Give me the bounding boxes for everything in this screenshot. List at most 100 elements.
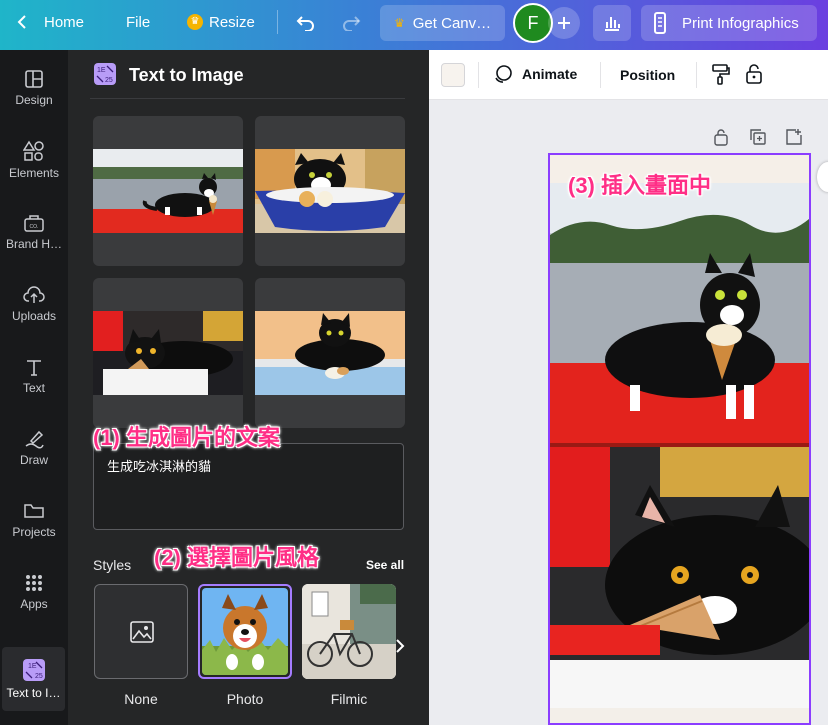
- divider: [600, 62, 601, 88]
- folder-icon: [24, 504, 44, 518]
- style-name-photo: Photo: [226, 691, 264, 707]
- file-label: File: [126, 13, 151, 31]
- brand-icon: CO.: [24, 215, 44, 232]
- editor-toolbar: Animate Position: [429, 50, 828, 100]
- resize-button[interactable]: ♛ Resize: [187, 0, 255, 44]
- animate-label: Animate: [522, 66, 578, 82]
- rail-label: Draw: [19, 453, 48, 467]
- text-to-image-icon: 1E25: [22, 659, 45, 681]
- file-menu-button[interactable]: File: [126, 0, 150, 44]
- styles-label: Styles: [93, 557, 132, 573]
- rail-label: Text: [22, 381, 45, 395]
- result-image-2[interactable]: [255, 116, 405, 266]
- rail-label: Apps: [20, 597, 48, 611]
- copy-style-button[interactable]: [711, 63, 731, 90]
- rail-label: Uploads: [11, 309, 57, 323]
- prompt-text: 生成吃冰淇淋的貓: [107, 459, 212, 474]
- animate-button[interactable]: Animate: [493, 64, 577, 84]
- get-canva-label: Get Canv…: [412, 14, 492, 32]
- rail-item-projects[interactable]: Projects: [0, 488, 68, 552]
- dog-photo-thumbnail: [202, 588, 288, 675]
- bicycle-filmic-thumbnail: [302, 584, 396, 679]
- home-button[interactable]: Home: [16, 0, 84, 44]
- add-page-icon: [786, 129, 802, 145]
- rail-item-design[interactable]: Design: [0, 56, 68, 120]
- rail-item-elements[interactable]: Elements: [0, 128, 68, 192]
- divider: [277, 10, 278, 34]
- panel-title: Text to Image: [129, 65, 244, 85]
- design-page[interactable]: [548, 153, 811, 725]
- crown-icon: ♛: [187, 14, 203, 30]
- prompt-input[interactable]: 生成吃冰淇淋的貓: [93, 443, 404, 530]
- duplicate-page-button[interactable]: [750, 129, 766, 150]
- undo-button[interactable]: [296, 0, 316, 44]
- resize-label: Resize: [209, 13, 255, 31]
- apps-grid-icon: [26, 575, 42, 591]
- redo-icon: [343, 16, 361, 31]
- text-to-image-panel: 1E 25 Text to Image 生成吃冰淇淋的貓 Styles See …: [68, 50, 429, 725]
- text-to-image-icon: 1E25: [94, 63, 116, 85]
- animate-icon: [495, 65, 512, 83]
- add-collaborator-button[interactable]: [548, 7, 580, 39]
- chevron-right-icon: [396, 639, 405, 653]
- divider: [696, 62, 697, 88]
- rail-label: Projects: [12, 525, 56, 539]
- rail-label: Text to I…: [6, 686, 61, 700]
- cat-lying-with-dish-image: [93, 311, 243, 395]
- rail-item-draw[interactable]: Draw: [0, 416, 68, 480]
- rail-label: Brand H…: [5, 237, 63, 251]
- text-icon: [27, 360, 41, 376]
- divider: [478, 62, 479, 88]
- print-infographics-button[interactable]: Print Infographics: [641, 5, 817, 41]
- add-page-button[interactable]: [786, 129, 802, 150]
- rail-label: Design: [15, 93, 53, 107]
- style-option-filmic[interactable]: [302, 584, 396, 679]
- styles-next-arrow[interactable]: [395, 638, 405, 659]
- undo-icon: [296, 16, 314, 31]
- home-label: Home: [44, 13, 85, 31]
- canvas-edge-button[interactable]: [817, 162, 828, 192]
- rail-label: Elements: [8, 166, 60, 180]
- elements-icon: [23, 140, 44, 161]
- upload-icon: [23, 286, 45, 303]
- style-name-none: None: [124, 691, 158, 707]
- rail-item-uploads[interactable]: Uploads: [0, 272, 68, 336]
- inserted-cat-images: [550, 155, 809, 723]
- svg-text:25: 25: [105, 77, 113, 84]
- see-all-link[interactable]: See all: [366, 558, 404, 572]
- result-image-4[interactable]: [255, 278, 405, 428]
- page-lock-button[interactable]: [714, 128, 728, 151]
- result-image-1[interactable]: [93, 116, 243, 266]
- get-canva-pro-button[interactable]: ♛ Get Canv…: [380, 5, 505, 41]
- rail-item-brand[interactable]: CO. Brand H…: [0, 200, 68, 264]
- position-button[interactable]: Position: [620, 67, 675, 83]
- paint-roller-icon: [712, 64, 730, 85]
- rail-item-text[interactable]: Text: [0, 344, 68, 408]
- draw-icon: [25, 430, 44, 449]
- bar-chart-icon: [605, 17, 620, 31]
- insights-button[interactable]: [593, 5, 631, 41]
- lock-button[interactable]: [745, 63, 763, 90]
- svg-text:CO.: CO.: [30, 224, 39, 230]
- rail-item-apps[interactable]: Apps: [0, 560, 68, 624]
- position-label: Position: [620, 67, 676, 83]
- svg-text:1E: 1E: [97, 67, 106, 74]
- top-bar: Home File ♛ Resize ♛ Get Canv… F Print I…: [0, 0, 828, 50]
- rail-item-text-to-image[interactable]: 1E 25 Text to I…: [2, 647, 65, 711]
- image-placeholder-icon: [130, 621, 154, 643]
- style-option-none[interactable]: [94, 584, 188, 679]
- annotation-step-2: (2) 選擇圖片風格: [154, 545, 320, 570]
- annotation-step-3: (3) 插入畫面中: [568, 173, 712, 198]
- style-option-photo[interactable]: [198, 584, 292, 679]
- plus-icon: [558, 17, 570, 29]
- lock-icon: [714, 129, 728, 146]
- svg-text:1E: 1E: [28, 663, 37, 670]
- cat-on-red-mat-image: [93, 149, 243, 233]
- background-color-swatch[interactable]: [441, 63, 465, 87]
- redo-button[interactable]: [341, 0, 361, 44]
- divider: [90, 98, 405, 99]
- avatar[interactable]: F: [513, 3, 553, 43]
- avatar-letter: F: [527, 12, 539, 33]
- result-image-3[interactable]: [93, 278, 243, 428]
- annotation-step-1: (1) 生成圖片的文案: [93, 425, 281, 450]
